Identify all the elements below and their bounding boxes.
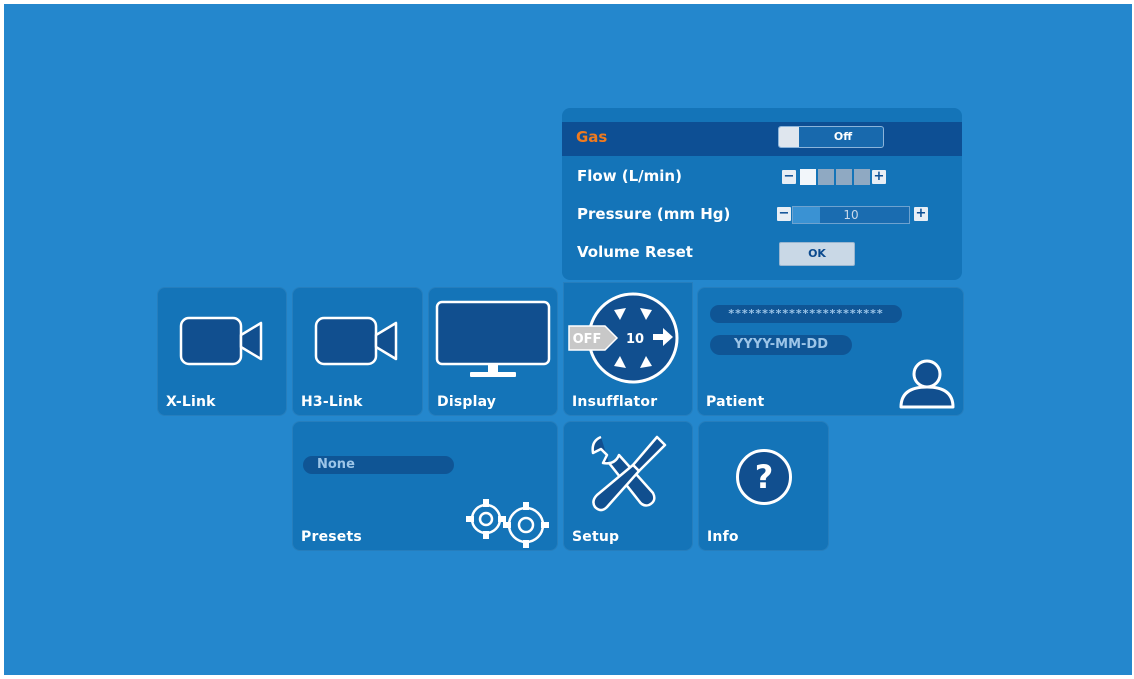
video-camera-icon <box>179 316 263 366</box>
gas-toggle-value: Off <box>833 130 853 143</box>
insufflator-label: Insufflator <box>572 394 658 410</box>
presets-label: Presets <box>301 529 362 545</box>
x-link-label: X-Link <box>166 394 216 410</box>
flow-label: Flow (L/min) <box>577 167 682 185</box>
pressure-value: 10 <box>843 208 859 222</box>
pressure-increase-button[interactable]: + <box>914 207 928 221</box>
tile-patient[interactable]: *********************** YYYY-MM-DD Patie… <box>697 287 964 416</box>
flow-level-segment-2 <box>818 169 834 185</box>
pressure-label: Pressure (mm Hg) <box>577 205 731 223</box>
tile-presets[interactable]: None Presets <box>292 421 558 551</box>
h3-link-label: H3-Link <box>301 394 363 410</box>
tile-info[interactable]: ? Info <box>698 421 829 551</box>
flow-increase-button[interactable]: + <box>872 170 886 184</box>
tile-display[interactable]: Display <box>428 287 558 416</box>
patient-name-field[interactable]: *********************** <box>710 305 902 323</box>
info-label: Info <box>707 529 739 545</box>
gas-toggle[interactable]: Off <box>778 126 884 148</box>
volume-reset-label: Volume Reset <box>577 243 693 261</box>
flow-level-segment-1 <box>800 169 816 185</box>
help-icon: ? <box>736 449 792 505</box>
tile-h3-link[interactable]: H3-Link <box>292 287 423 416</box>
preset-selector[interactable]: None <box>303 456 454 474</box>
tile-setup[interactable]: Setup <box>563 421 693 551</box>
tile-x-link[interactable]: X-Link <box>157 287 287 416</box>
flow-level-segment-4 <box>854 169 870 185</box>
display-label: Display <box>437 394 497 410</box>
insufflator-state: OFF <box>573 332 602 347</box>
gears-icon <box>466 499 549 548</box>
tile-insufflator[interactable]: OFF 10 Insufflator <box>563 282 693 416</box>
pressure-slider[interactable]: 10 <box>792 206 910 224</box>
gas-label: Gas <box>576 128 608 146</box>
setup-label: Setup <box>572 529 620 545</box>
wrench-screwdriver-icon <box>591 435 667 512</box>
insufflator-setpoint: 10 <box>626 332 644 347</box>
flow-level-segment-3 <box>836 169 852 185</box>
pressure-decrease-button[interactable]: − <box>777 207 791 221</box>
gas-row <box>562 122 962 156</box>
insufflator-dial-icon: OFF 10 <box>568 292 679 384</box>
patient-birthdate-field[interactable]: YYYY-MM-DD <box>710 335 852 355</box>
person-icon <box>899 359 955 409</box>
flow-decrease-button[interactable]: − <box>782 170 796 184</box>
volume-reset-ok-button[interactable]: OK <box>779 242 855 266</box>
video-camera-icon <box>314 316 398 366</box>
gas-toggle-knob <box>779 127 799 147</box>
monitor-icon <box>435 300 551 377</box>
patient-label: Patient <box>706 394 765 410</box>
